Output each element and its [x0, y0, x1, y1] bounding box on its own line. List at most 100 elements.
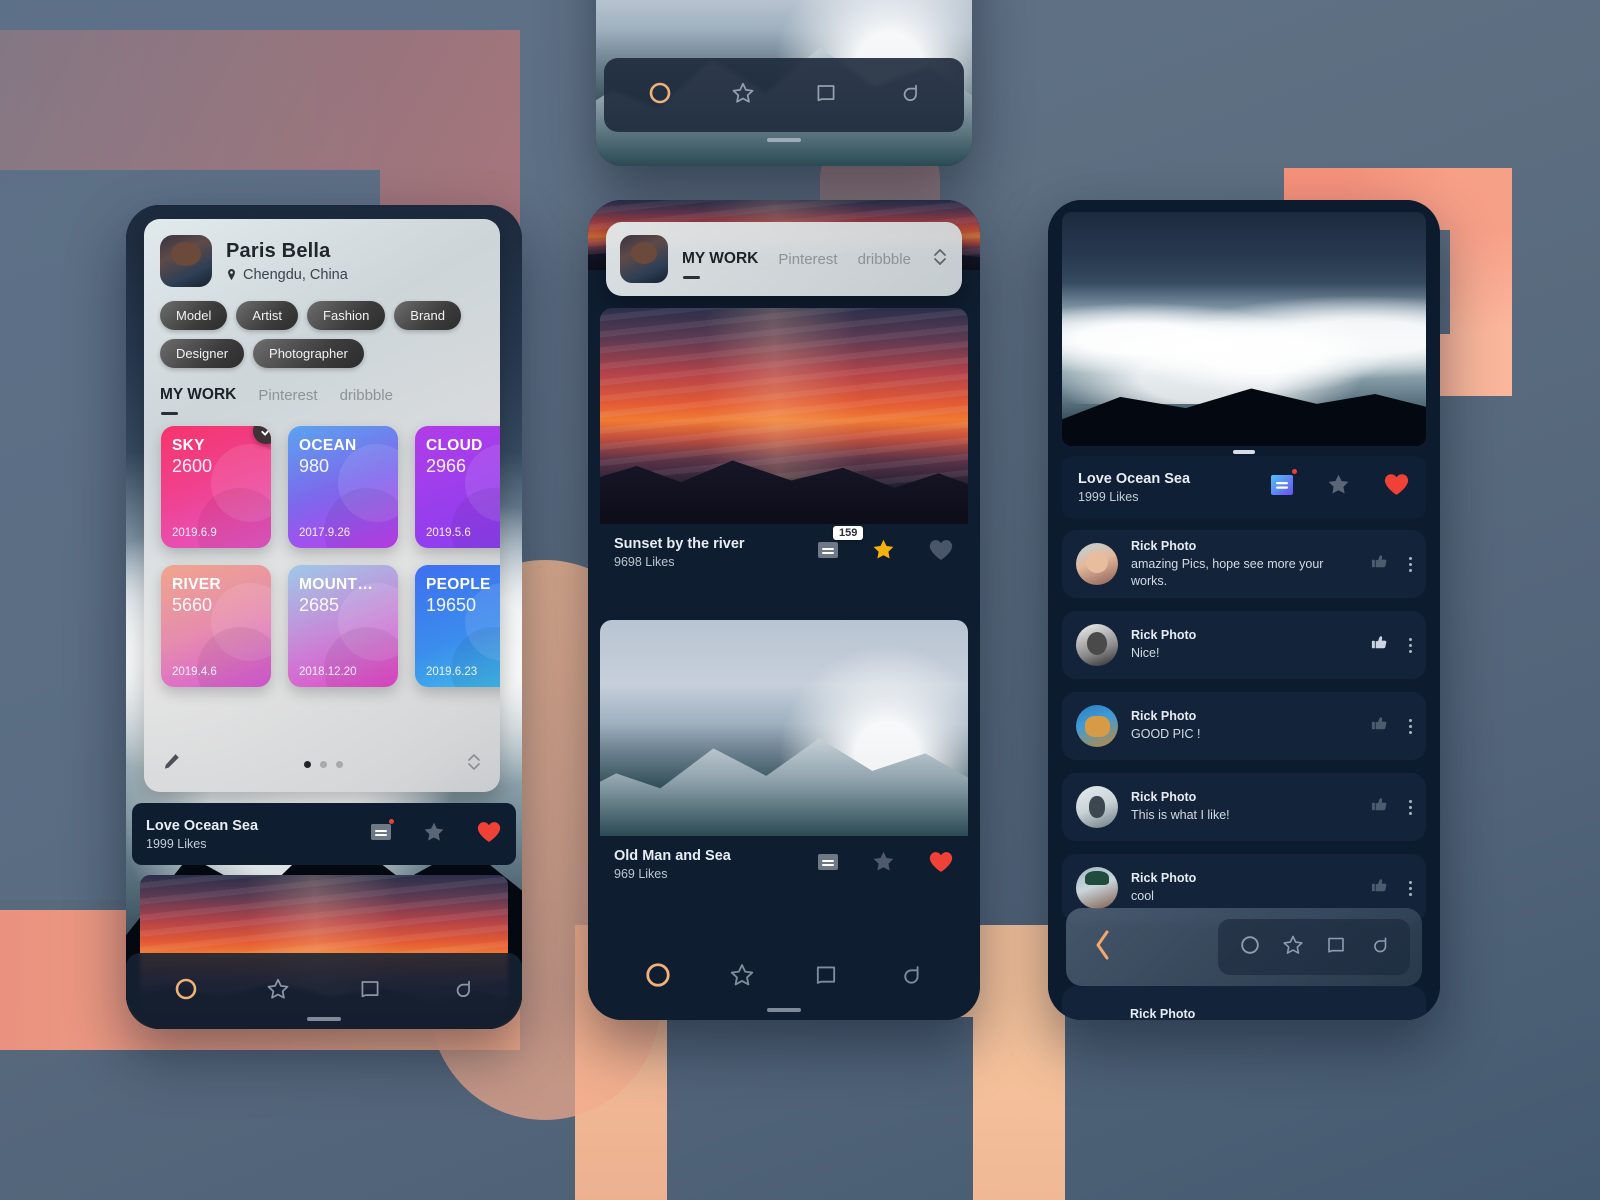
comment-list-item[interactable]: Rick Photo GOOD PIC !: [1062, 692, 1426, 760]
album-tile[interactable]: PEOPLE 19650 2019.6.23: [415, 565, 500, 687]
nav-item-favorites[interactable]: [730, 80, 756, 111]
avatar[interactable]: [1076, 624, 1118, 666]
comment-list-item-peek[interactable]: Rick Photo: [1062, 986, 1426, 1020]
tab-pinterest[interactable]: Pinterest: [258, 387, 317, 404]
heart-icon[interactable]: [928, 850, 954, 879]
nav-item-favorites[interactable]: [728, 961, 756, 994]
profile-location: Chengdu, China: [226, 267, 348, 283]
avatar[interactable]: [1076, 705, 1118, 747]
comment-icon[interactable]: 159: [817, 525, 864, 564]
comment-list-item[interactable]: Rick Photo amazing Pics, hope see more yo…: [1062, 530, 1426, 598]
bottom-nav-bar[interactable]: [604, 58, 964, 132]
thumbs-up-icon[interactable]: [1370, 876, 1389, 900]
nav-item-profile[interactable]: [449, 976, 475, 1007]
avatar[interactable]: [160, 235, 212, 287]
drag-handle[interactable]: [1233, 450, 1255, 454]
tab-my-work[interactable]: MY WORK: [682, 250, 758, 279]
album-tile[interactable]: OCEAN 980 2017.9.26: [288, 426, 398, 548]
nav-item-collections[interactable]: [812, 961, 840, 994]
pagination-dot[interactable]: [320, 760, 327, 768]
nav-item-home[interactable]: [173, 976, 199, 1007]
pagination-dot[interactable]: [304, 760, 311, 768]
chevron-left-icon[interactable]: [1092, 928, 1114, 967]
tab-dribbble[interactable]: dribbble: [340, 387, 393, 404]
album-tile-date: 2019.4.6: [172, 666, 217, 678]
comment-author: Rick Photo: [1131, 628, 1197, 643]
bottom-nav-bar[interactable]: [126, 953, 522, 1029]
snow-mountain-photo: [600, 620, 968, 836]
tab-my-work[interactable]: MY WORK: [160, 386, 236, 415]
avatar[interactable]: [1076, 786, 1118, 828]
heart-icon[interactable]: [1383, 472, 1410, 502]
profile-tag[interactable]: Brand: [394, 301, 461, 330]
chevron-up-down-icon[interactable]: [932, 245, 948, 274]
notification-dot: [389, 818, 394, 824]
chevron-up-down-icon[interactable]: [466, 751, 482, 778]
kebab-menu-icon[interactable]: [1409, 637, 1412, 653]
pencil-icon[interactable]: [162, 752, 181, 776]
nav-item-favorites[interactable]: [265, 976, 291, 1007]
avatar[interactable]: [620, 235, 668, 283]
profile-tag[interactable]: Fashion: [307, 301, 386, 330]
album-tile[interactable]: CLOUD 2966 2019.5.6: [415, 426, 500, 548]
star-icon[interactable]: [871, 849, 896, 879]
nav-item-home[interactable]: [644, 961, 672, 994]
kebab-menu-icon[interactable]: [1409, 556, 1412, 572]
feed-card[interactable]: Sunset by the river 9698 Likes 159: [600, 308, 968, 580]
album-tile-name: PEOPLE: [426, 576, 491, 593]
comment-list-item[interactable]: Rick Photo This is what I like!: [1062, 773, 1426, 841]
feed-card[interactable]: Old Man and Sea 969 Likes: [600, 620, 968, 892]
avatar[interactable]: [1076, 867, 1118, 909]
nav-item-profile[interactable]: [1367, 933, 1391, 962]
nav-item-collections[interactable]: [1324, 933, 1348, 962]
tab-dribbble[interactable]: dribbble: [858, 251, 911, 268]
kebab-menu-icon[interactable]: [1409, 718, 1412, 734]
home-indicator: [307, 1017, 341, 1021]
comment-actions: [1370, 714, 1412, 738]
bottom-nav-bar[interactable]: [1218, 919, 1410, 975]
thumbs-up-icon[interactable]: [1370, 552, 1389, 576]
comment-text: GOOD PIC !: [1131, 727, 1201, 742]
nav-item-collections[interactable]: [813, 80, 839, 111]
album-tile-date: 2019.5.6: [426, 527, 471, 539]
heart-icon[interactable]: [476, 820, 502, 849]
nav-item-profile[interactable]: [896, 961, 924, 994]
album-tile-date: 2017.9.26: [299, 527, 351, 539]
comment-icon[interactable]: [817, 853, 839, 876]
pagination-dot[interactable]: [336, 760, 343, 768]
album-tile[interactable]: SKY 2600 2019.6.9: [161, 426, 271, 548]
comment-list-item[interactable]: Rick Photo Nice!: [1062, 611, 1426, 679]
thumbs-up-icon[interactable]: [1370, 633, 1389, 657]
nav-item-collections[interactable]: [357, 976, 383, 1007]
nav-item-home[interactable]: [1238, 933, 1262, 962]
profile-tag[interactable]: Model: [160, 301, 228, 330]
phone-profile-screen: Paris Bella Chengdu, China Model Artist Fa…: [126, 205, 522, 1029]
kebab-menu-icon[interactable]: [1409, 880, 1412, 896]
nav-item-profile[interactable]: [896, 80, 922, 111]
thumbs-up-icon[interactable]: [1370, 714, 1389, 738]
work-tabs: MY WORK Pinterest dribbble: [682, 250, 911, 279]
nav-item-home[interactable]: [647, 80, 673, 111]
profile-tag[interactable]: Designer: [160, 339, 245, 368]
album-tile-count: 5660: [172, 595, 213, 615]
heart-icon[interactable]: [928, 538, 954, 567]
nav-item-favorites[interactable]: [1281, 933, 1305, 962]
home-indicator: [767, 1008, 801, 1012]
tab-pinterest[interactable]: Pinterest: [778, 251, 837, 268]
album-tile[interactable]: RIVER 5660 2019.4.6: [161, 565, 271, 687]
profile-tag[interactable]: Artist: [236, 301, 299, 330]
star-icon[interactable]: [422, 820, 446, 849]
feed-likes: 9698 Likes: [614, 554, 675, 569]
star-icon[interactable]: [871, 537, 896, 567]
kebab-menu-icon[interactable]: [1409, 799, 1412, 815]
thumbs-up-icon[interactable]: [1370, 795, 1389, 819]
star-icon[interactable]: [1326, 472, 1351, 502]
comment-icon[interactable]: [1270, 468, 1297, 501]
comment-icon[interactable]: [370, 818, 394, 846]
feed-likes: 969 Likes: [614, 866, 668, 881]
album-tile[interactable]: MOUNT… 2685 2018.12.20: [288, 565, 398, 687]
pagination-dots[interactable]: [304, 760, 343, 768]
avatar[interactable]: [1076, 543, 1118, 585]
profile-tag[interactable]: Photographer: [253, 339, 364, 368]
phone-feed-screen: MY WORK Pinterest dribbble Sunset by the r…: [588, 200, 980, 1020]
